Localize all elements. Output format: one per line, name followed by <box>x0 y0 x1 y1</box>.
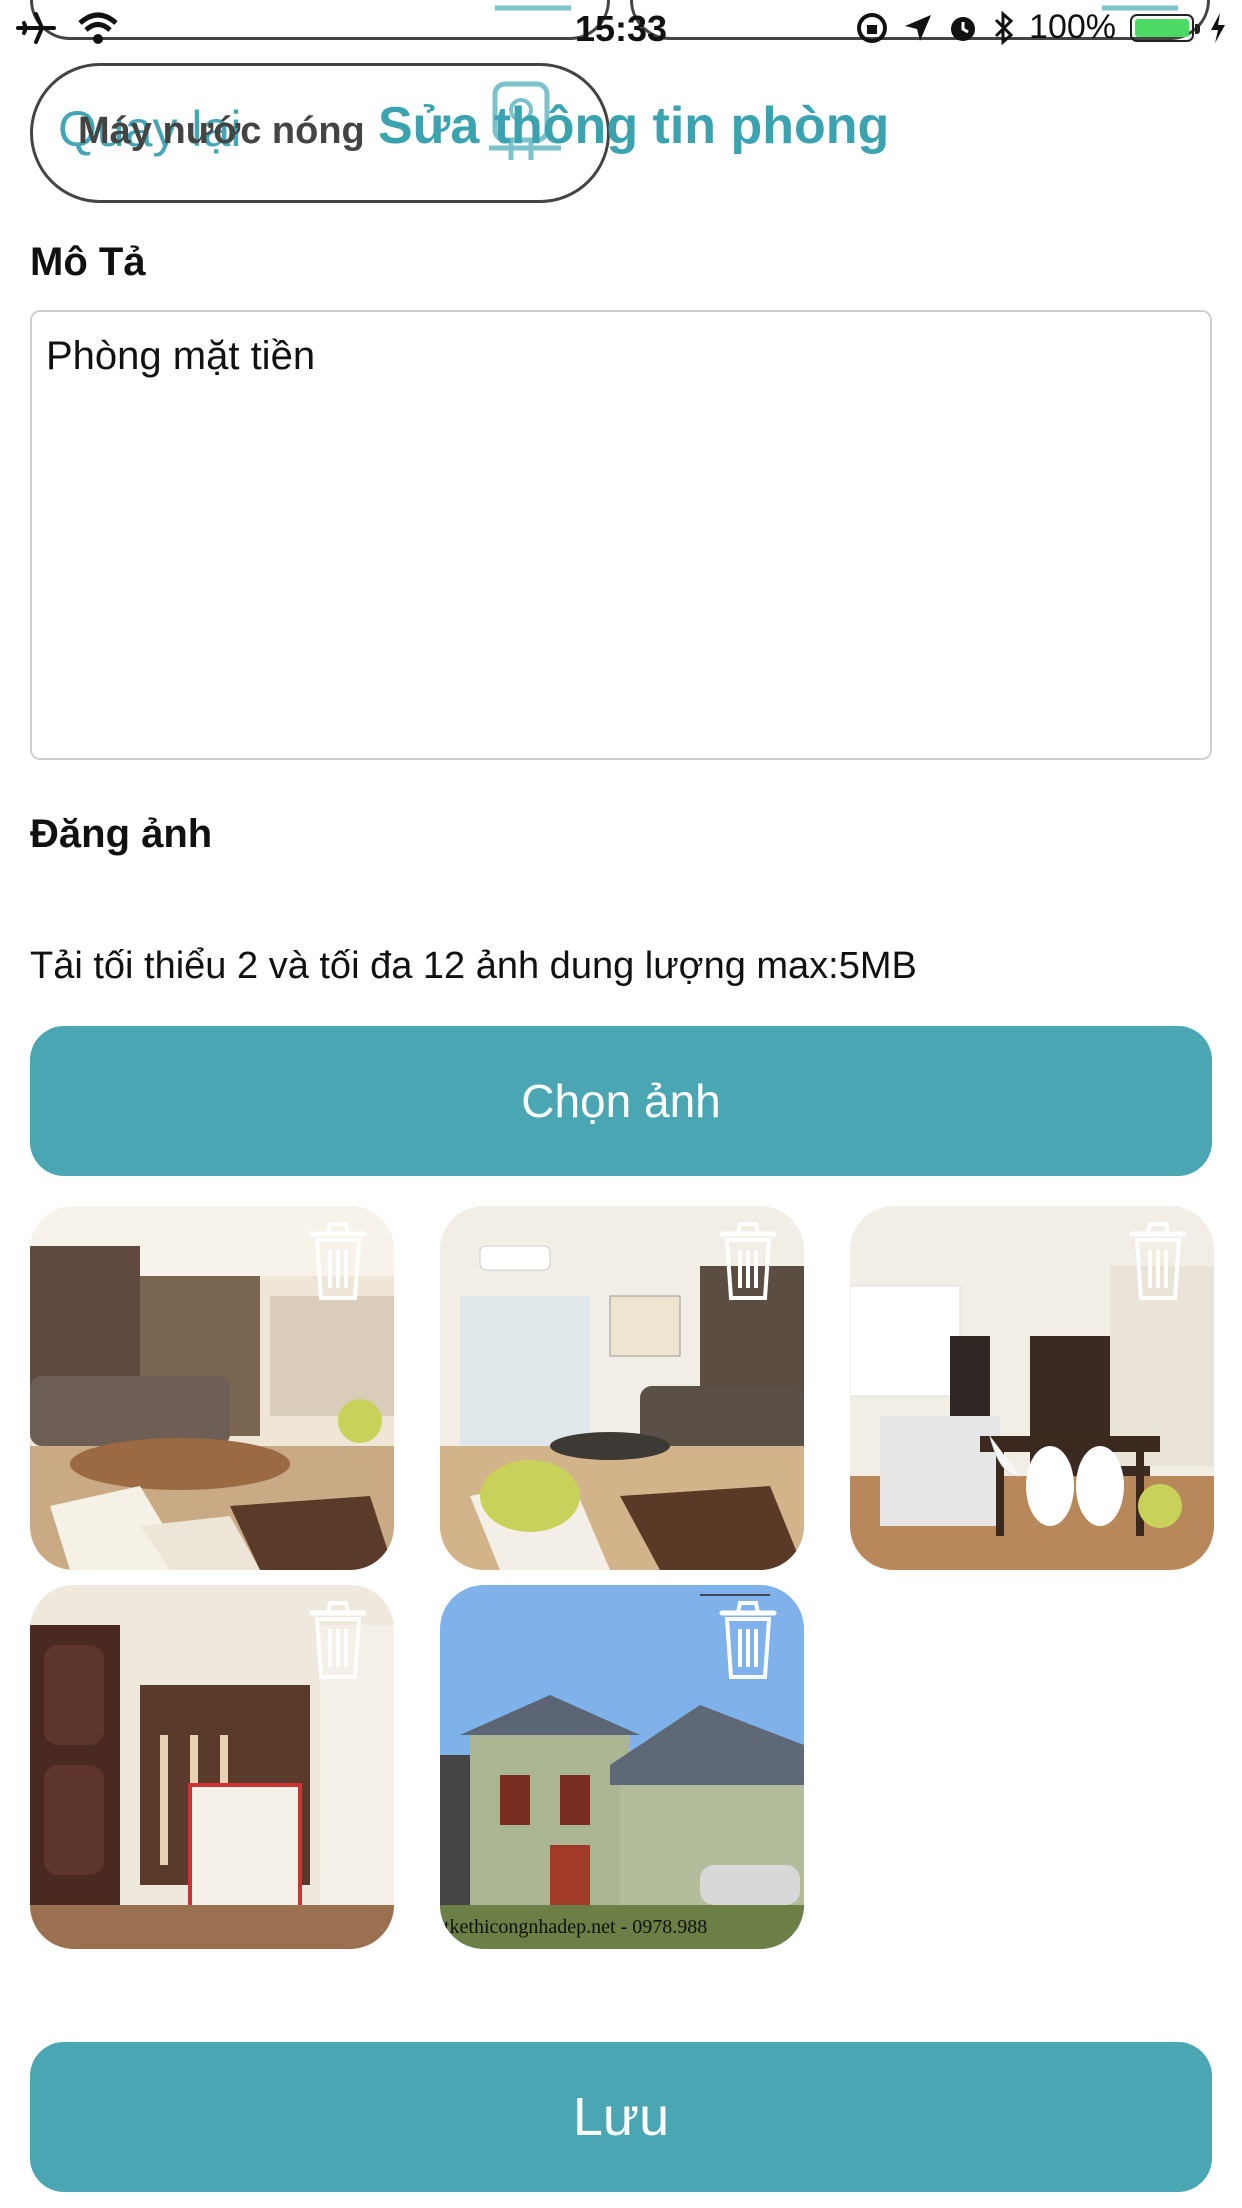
bluetooth-icon <box>994 10 1014 45</box>
upload-hint: Tải tối thiểu 2 và tối đa 12 ảnh dung lư… <box>30 945 917 987</box>
status-right: 100% <box>855 8 1228 47</box>
delete-photo-icon[interactable] <box>718 1218 778 1306</box>
photo-thumbnail[interactable] <box>30 1206 394 1570</box>
photo-thumbnail[interactable]: tkethicongnhadep.net - 0978.988 <box>440 1585 804 1949</box>
choose-photo-button[interactable]: Chọn ảnh <box>30 1026 1212 1176</box>
description-textarea[interactable]: Phòng mặt tiền <box>30 310 1212 760</box>
nav-bar: Quay lại Máy nước nóng Sửa thông tin phò… <box>0 60 1242 190</box>
battery-icon <box>1130 13 1200 42</box>
photo-thumbnail[interactable] <box>440 1206 804 1570</box>
overlay-label: Máy nước nóng <box>78 110 365 152</box>
upload-label: Đăng ảnh <box>30 812 213 856</box>
charging-icon <box>1211 12 1225 43</box>
delete-photo-icon[interactable] <box>308 1218 368 1306</box>
status-bar: 15:33 100% <box>0 0 1242 60</box>
photo-watermark: tkethicongnhadep.net - 0978.988 <box>444 1916 708 1938</box>
page-title: Sửa thông tin phòng <box>378 97 890 155</box>
rotation-lock-icon <box>857 12 888 43</box>
photo-thumbnail[interactable] <box>30 1585 394 1949</box>
photo-thumbnail[interactable] <box>850 1206 1214 1570</box>
battery-percent: 100% <box>1029 8 1116 46</box>
delete-photo-icon[interactable] <box>718 1597 778 1685</box>
location-icon <box>905 14 932 41</box>
alarm-icon <box>951 16 976 41</box>
description-label: Mô Tả <box>30 240 146 284</box>
save-button[interactable]: Lưu <box>30 2042 1212 2192</box>
delete-photo-icon[interactable] <box>1128 1218 1188 1306</box>
delete-photo-icon[interactable] <box>308 1597 368 1685</box>
